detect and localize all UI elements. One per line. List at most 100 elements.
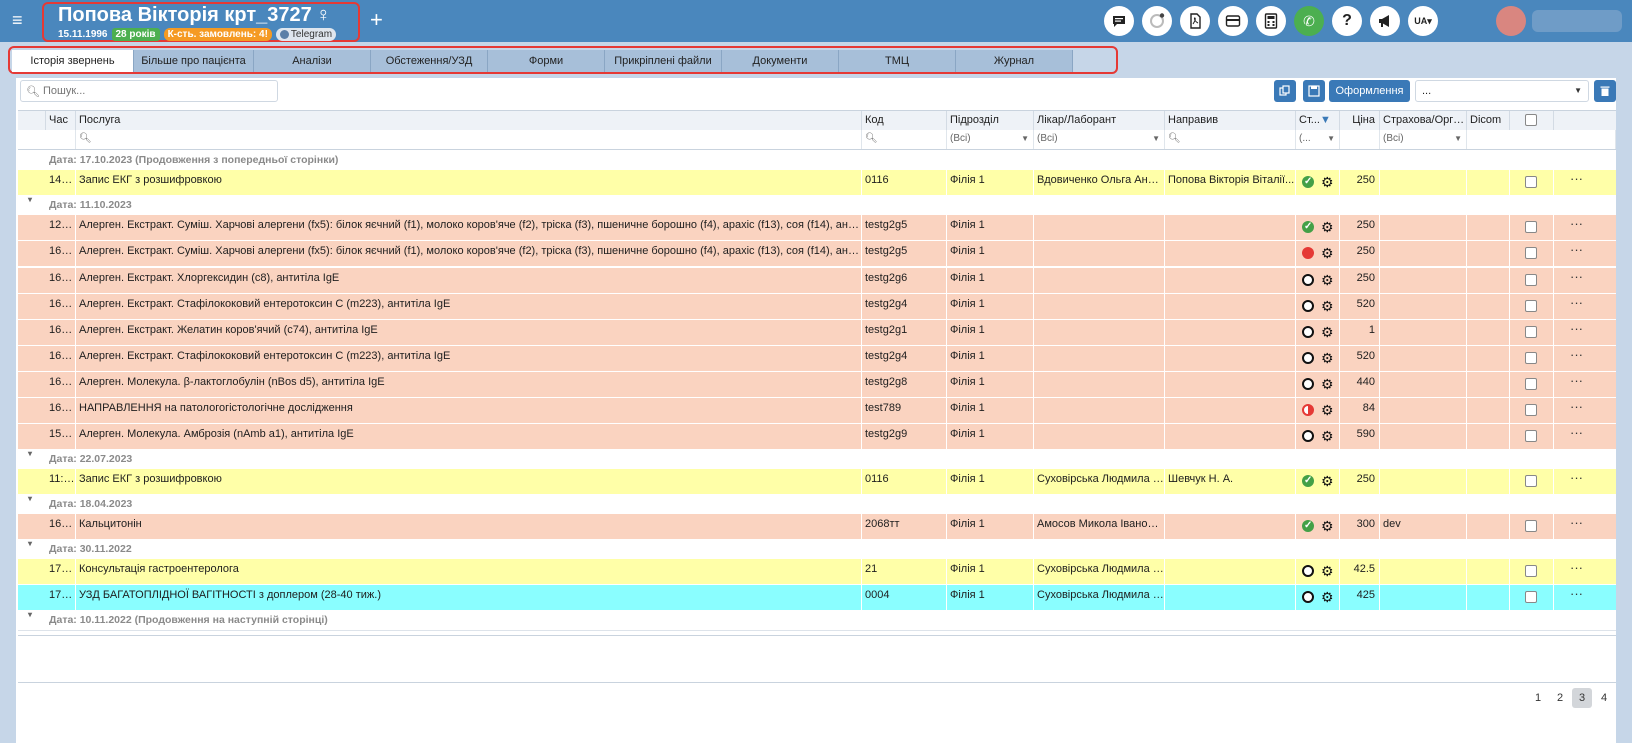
menu-icon[interactable]: ≡ xyxy=(12,10,23,30)
table-row[interactable]: 16:47 Алерген. Екстракт. Хлоргексидин (c8… xyxy=(18,268,1616,294)
row-checkbox[interactable] xyxy=(1525,430,1537,442)
table-row[interactable]: 16:49 Алерген. Екстракт. Суміш. Харчові а… xyxy=(18,241,1616,267)
page-button[interactable]: 1 xyxy=(1528,688,1548,708)
group-row[interactable]: ▾ Дата: 10.11.2022 (Продовження на наступ… xyxy=(18,610,1616,631)
collapse-caret-icon[interactable]: ▾ xyxy=(28,195,32,204)
search-box[interactable]: 🔍︎ xyxy=(20,80,278,102)
gear-icon[interactable]: ⚙ xyxy=(1321,173,1334,191)
row-checkbox[interactable] xyxy=(1525,300,1537,312)
doctor-filter[interactable]: (Всі) ▼ xyxy=(1034,130,1165,149)
more-icon[interactable]: ··· xyxy=(1570,320,1583,338)
row-checkbox[interactable] xyxy=(1525,475,1537,487)
row-status[interactable]: ⚙ xyxy=(1296,424,1340,449)
collapse-caret-icon[interactable]: ▾ xyxy=(28,494,32,503)
row-checkbox[interactable] xyxy=(1525,352,1537,364)
table-row[interactable]: 16:47 Алерген. Екстракт. Стафілококовий е… xyxy=(18,294,1616,320)
row-checkbox[interactable] xyxy=(1525,520,1537,532)
row-checkbox[interactable] xyxy=(1525,404,1537,416)
gear-icon[interactable]: ⚙ xyxy=(1321,375,1334,393)
tab-documents[interactable]: Документи xyxy=(722,50,839,72)
row-status[interactable]: ⚙ xyxy=(1296,170,1340,195)
col-referrer[interactable]: Направив xyxy=(1165,111,1296,130)
table-row[interactable]: 17:40 Консультація гастроентеролога 21 Філі… xyxy=(18,559,1616,585)
notification-icon[interactable] xyxy=(1142,6,1172,36)
table-row[interactable]: 16:47 Алерген. Екстракт. Желатин коров'яч… xyxy=(18,320,1616,346)
tab-journal[interactable]: Журнал xyxy=(956,50,1073,72)
filter-icon[interactable]: ▼ xyxy=(1320,111,1331,129)
more-icon[interactable]: ··· xyxy=(1570,424,1583,442)
row-status[interactable]: ⚙ xyxy=(1296,585,1340,610)
collapse-caret-icon[interactable]: ▾ xyxy=(28,539,32,548)
patient-name[interactable]: Попова Вікторія крт_3727 ♀ xyxy=(58,4,331,27)
gear-icon[interactable]: ⚙ xyxy=(1321,588,1334,606)
gear-icon[interactable]: ⚙ xyxy=(1321,517,1334,535)
row-checkbox[interactable] xyxy=(1525,221,1537,233)
page-button[interactable]: 3 xyxy=(1572,688,1592,708)
gear-icon[interactable]: ⚙ xyxy=(1321,562,1334,580)
tab-history[interactable]: Історія звернень xyxy=(12,50,134,72)
tab-attached-files[interactable]: Прикріплені файли xyxy=(605,50,722,72)
delete-button[interactable] xyxy=(1594,80,1616,102)
group-row[interactable]: ▾ Дата: 30.11.2022 xyxy=(18,539,1616,560)
department-filter[interactable]: (Всі) ▼ xyxy=(947,130,1034,149)
select-all-checkbox[interactable] xyxy=(1525,114,1537,126)
price-filter[interactable] xyxy=(1340,130,1380,149)
row-status[interactable]: ⚙ xyxy=(1296,215,1340,240)
save-button[interactable] xyxy=(1303,80,1325,102)
row-status[interactable]: ⚙ xyxy=(1296,469,1340,494)
insurance-filter[interactable]: (Всі) ▼ xyxy=(1380,130,1467,149)
help-icon[interactable]: ? xyxy=(1332,6,1362,36)
language-select[interactable]: UA ▾ xyxy=(1408,6,1438,36)
table-row[interactable]: 16:15 Кальцитонін 2068тт Філія 1 Амосов Мико… xyxy=(18,514,1616,540)
row-checkbox[interactable] xyxy=(1525,565,1537,577)
col-code[interactable]: Код xyxy=(862,111,947,130)
row-status[interactable]: ⚙ xyxy=(1296,268,1340,293)
table-row[interactable]: 15:32 Алерген. Молекула. Амброзія (nAmb a… xyxy=(18,424,1616,450)
tab-analyses[interactable]: Аналізи xyxy=(254,50,371,72)
phone-icon[interactable]: ✆ xyxy=(1294,6,1324,36)
row-checkbox[interactable] xyxy=(1525,591,1537,603)
code-filter[interactable]: 🔍︎ xyxy=(862,130,947,149)
more-icon[interactable]: ··· xyxy=(1570,398,1583,416)
col-price[interactable]: Ціна xyxy=(1340,111,1380,130)
more-icon[interactable]: ··· xyxy=(1570,346,1583,364)
page-button[interactable]: 4 xyxy=(1594,688,1614,708)
more-icon[interactable]: ··· xyxy=(1570,294,1583,312)
register-button[interactable]: Оформлення xyxy=(1329,80,1410,102)
row-checkbox[interactable] xyxy=(1525,378,1537,390)
referrer-filter[interactable]: 🔍︎ xyxy=(1165,130,1296,149)
more-icon[interactable]: ··· xyxy=(1570,559,1583,577)
service-filter[interactable]: 🔍︎ xyxy=(76,130,862,149)
group-row[interactable]: Дата: 17.10.2023 (Продовження з попередн… xyxy=(18,150,1616,171)
tab-forms[interactable]: Форми xyxy=(488,50,605,72)
calculator-icon[interactable] xyxy=(1256,6,1286,36)
row-checkbox[interactable] xyxy=(1525,176,1537,188)
group-row[interactable]: ▾ Дата: 11.10.2023 xyxy=(18,195,1616,216)
tab-examinations[interactable]: Обстеження/УЗД xyxy=(371,50,488,72)
col-status[interactable]: Ст... ▼ xyxy=(1296,111,1340,130)
copy-button[interactable] xyxy=(1274,80,1296,102)
table-row[interactable]: 17:30 УЗД БАГАТОПЛІДНОЇ ВАГІТНОСТІ з допл… xyxy=(18,585,1616,611)
gear-icon[interactable]: ⚙ xyxy=(1321,244,1334,262)
more-icon[interactable]: ··· xyxy=(1570,215,1583,233)
more-icon[interactable]: ··· xyxy=(1570,241,1583,259)
table-row[interactable]: 16:42 НАПРАВЛЕННЯ на патологогістологічне… xyxy=(18,398,1616,424)
gear-icon[interactable]: ⚙ xyxy=(1321,218,1334,236)
orders-badge[interactable]: К-сть. замовлень: 4! xyxy=(163,28,272,41)
more-icon[interactable]: ··· xyxy=(1570,514,1583,532)
more-icon[interactable]: ··· xyxy=(1570,268,1583,286)
col-service[interactable]: Послуга xyxy=(76,111,862,130)
collapse-caret-icon[interactable]: ▾ xyxy=(28,449,32,458)
table-row[interactable]: 16:42 Алерген. Молекула. β-лактоглобулін … xyxy=(18,372,1616,398)
chat-icon[interactable] xyxy=(1104,6,1134,36)
gear-icon[interactable]: ⚙ xyxy=(1321,472,1334,490)
tab-more-about-patient[interactable]: Більше про пацієнта xyxy=(134,50,254,72)
more-icon[interactable]: ··· xyxy=(1570,170,1583,188)
row-checkbox[interactable] xyxy=(1525,326,1537,338)
gear-icon[interactable]: ⚙ xyxy=(1321,323,1334,341)
gear-icon[interactable]: ⚙ xyxy=(1321,297,1334,315)
group-row[interactable]: ▾ Дата: 18.04.2023 xyxy=(18,494,1616,515)
col-insurance[interactable]: Страхова/Орга... xyxy=(1380,111,1467,130)
row-status[interactable]: ⚙ xyxy=(1296,559,1340,584)
col-dicom[interactable]: Dicom xyxy=(1467,111,1510,130)
